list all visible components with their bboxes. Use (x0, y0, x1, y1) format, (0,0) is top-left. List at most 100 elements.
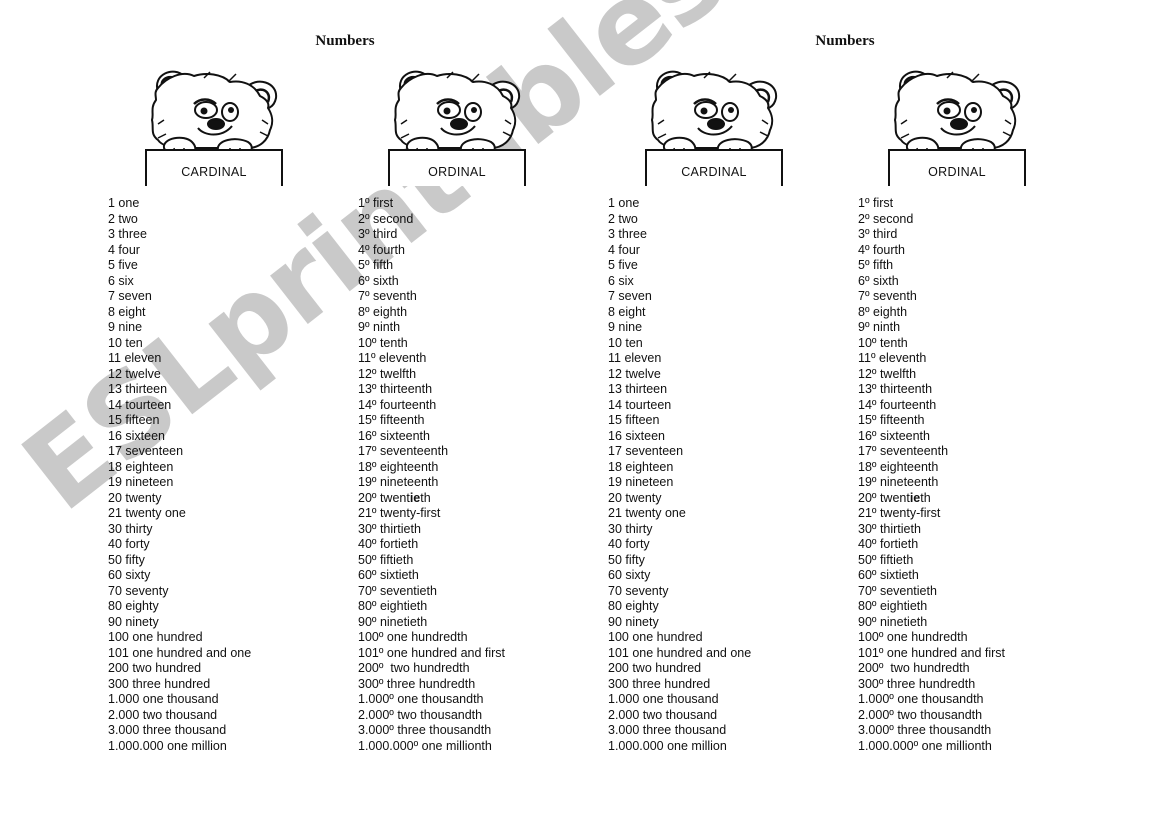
ordinal-row: 50º fiftieth (858, 552, 914, 567)
ordinal-row: 7º seventh (358, 289, 417, 303)
cardinal-row: 18 eighteen (608, 459, 674, 474)
ordinal-row: 19º nineteenth (858, 475, 939, 489)
cardinal-row: 200 two hundred (608, 661, 702, 675)
cardinal-row: 20 twenty (608, 490, 662, 505)
ordinal-badge: ORDINAL (887, 64, 1027, 186)
ordinal-row: 20º twentieth (358, 490, 431, 505)
cardinal-row: 80 eighty (608, 599, 659, 613)
cardinal-row: 11 eleven (608, 351, 662, 365)
cardinal-row: 3 three (608, 227, 647, 241)
ordinal-row: 2º second (858, 211, 914, 226)
ordinal-row: 1.000º one thousandth (358, 692, 484, 706)
ordinal-row: 11º eleventh (858, 351, 927, 365)
cardinal-row: 2 two (108, 211, 138, 226)
ordinal-row: 3.000º three thousandth (358, 723, 492, 737)
cardinal-row: 8 eight (608, 304, 646, 319)
ordinal-row: 13º thirteenth (858, 382, 933, 396)
cardinal-row: 5 five (108, 258, 138, 272)
cardinal-row: 19 nineteen (608, 475, 674, 489)
ordinal-row: 200º two hundredth (358, 661, 470, 675)
cardinal-row: 16 sixteen (608, 428, 665, 443)
cardinal-row: 12 twelve (108, 366, 161, 381)
cardinal-row: 17 seventeen (608, 444, 684, 458)
ordinal-label: ORDINAL (928, 165, 986, 179)
cardinal-row: 19 nineteen (108, 475, 174, 489)
cardinal-row: 4 four (108, 242, 140, 257)
cardinal-row: 14 tourteen (108, 397, 172, 412)
cardinal-row: 6 six (108, 273, 134, 288)
cardinal-row: 100 one hundred (608, 630, 703, 644)
ordinal-row: 30º thirtieth (358, 521, 421, 536)
cardinal-row: 2.000 two thousand (608, 707, 718, 722)
cardinal-row: 3.000 three thousand (608, 723, 727, 737)
cardinal-row: 15 fifteen (108, 413, 160, 427)
ordinal-row: 1.000.000º one millionth (858, 738, 992, 753)
cardinal-row: 30 thirty (108, 521, 153, 536)
ordinal-row: 6º sixth (358, 273, 399, 288)
ordinal-row: 60º sixtieth (858, 568, 919, 582)
cardinal-row: 8 eight (108, 304, 146, 319)
ordinal-row: 5º fifth (358, 258, 394, 272)
ordinal-row: 60º sixtieth (358, 568, 419, 582)
worksheet-left: Numbers CARDINAL ORDINAL 1 one 2 two 3 t… (100, 0, 600, 821)
ordinal-row: 17º seventeenth (358, 444, 449, 458)
cardinal-label: CARDINAL (681, 165, 747, 179)
ordinal-row: 30º thirtieth (858, 521, 921, 536)
worksheet-right: Numbers CARDINAL ORDINAL 1 one 2 two 3 t… (600, 0, 1100, 821)
cardinal-label: CARDINAL (181, 165, 247, 179)
cardinal-row: 15 fifteen (608, 413, 660, 427)
cardinal-row: 7 seven (108, 289, 152, 303)
cardinal-row: 11 eleven (108, 351, 162, 365)
cardinal-row: 60 sixty (108, 568, 151, 582)
ordinal-row: 9º ninth (358, 320, 401, 334)
ordinal-row: 2.000º two thousandth (358, 707, 483, 722)
ordinal-row: 5º fifth (858, 258, 894, 272)
cardinal-row: 200 two hundred (108, 661, 202, 675)
cardinal-row: 6 six (608, 273, 634, 288)
ordinal-row: 19º nineteenth (358, 475, 439, 489)
ordinal-row: 90º ninetieth (358, 614, 428, 629)
page-title: Numbers (815, 33, 875, 49)
ordinal-row: 40º fortieth (358, 537, 419, 551)
ordinal-row: 4º fourth (858, 242, 905, 257)
ordinal-row: 16º sixteenth (858, 428, 930, 443)
cardinal-row: 14 tourteen (608, 397, 672, 412)
cardinal-row: 5 five (608, 258, 638, 272)
cardinal-row: 10 ten (108, 335, 143, 350)
cardinal-row: 4 four (608, 242, 640, 257)
cardinal-row: 40 forty (608, 537, 650, 551)
cardinal-row: 21 twenty one (608, 506, 686, 520)
cardinal-row: 90 ninety (608, 614, 659, 629)
cardinal-list: 1 one 2 two 3 three 4 four 5 five 6 six 7 seve… (608, 196, 751, 754)
cardinal-row: 7 seven (608, 289, 652, 303)
ordinal-row: 3º third (858, 227, 898, 241)
cardinal-badge: CARDINAL (644, 64, 784, 186)
cardinal-row: 1 one (608, 196, 640, 210)
cardinal-row: 300 three hundred (608, 676, 711, 691)
cardinal-row: 9 nine (608, 320, 643, 334)
cardinal-row: 1.000 one thousand (108, 692, 219, 706)
cardinal-row: 40 forty (108, 537, 150, 551)
ordinal-row: 14º fourteenth (358, 397, 437, 412)
ordinal-row: 15º fifteenth (358, 413, 425, 427)
ordinal-row: 10º tenth (358, 335, 408, 350)
ordinal-row: 70º seventieth (358, 583, 437, 598)
ordinal-row: 8º eighth (858, 304, 908, 319)
ordinal-row: 13º thirteenth (358, 382, 433, 396)
ordinal-badge: ORDINAL (387, 64, 527, 186)
ordinal-row: 50º fiftieth (358, 552, 414, 567)
cardinal-row: 17 seventeen (108, 444, 184, 458)
ordinal-row: 8º eighth (358, 304, 408, 319)
ordinal-row: 21º twenty-first (358, 506, 441, 520)
ordinal-row: 101º one hundred and first (358, 645, 506, 660)
ordinal-row: 90º ninetieth (858, 614, 928, 629)
ordinal-row: 3.000º three thousandth (858, 723, 992, 737)
cardinal-row: 20 twenty (108, 490, 162, 505)
cardinal-row: 3.000 three thousand (108, 723, 227, 737)
ordinal-row: 1.000º one thousandth (858, 692, 984, 706)
ordinal-row: 200º two hundredth (858, 661, 970, 675)
cardinal-row: 90 ninety (108, 614, 159, 629)
cardinal-badge: CARDINAL (144, 64, 284, 186)
ordinal-row: 40º fortieth (858, 537, 919, 551)
cardinal-row: 70 seventy (108, 583, 169, 598)
